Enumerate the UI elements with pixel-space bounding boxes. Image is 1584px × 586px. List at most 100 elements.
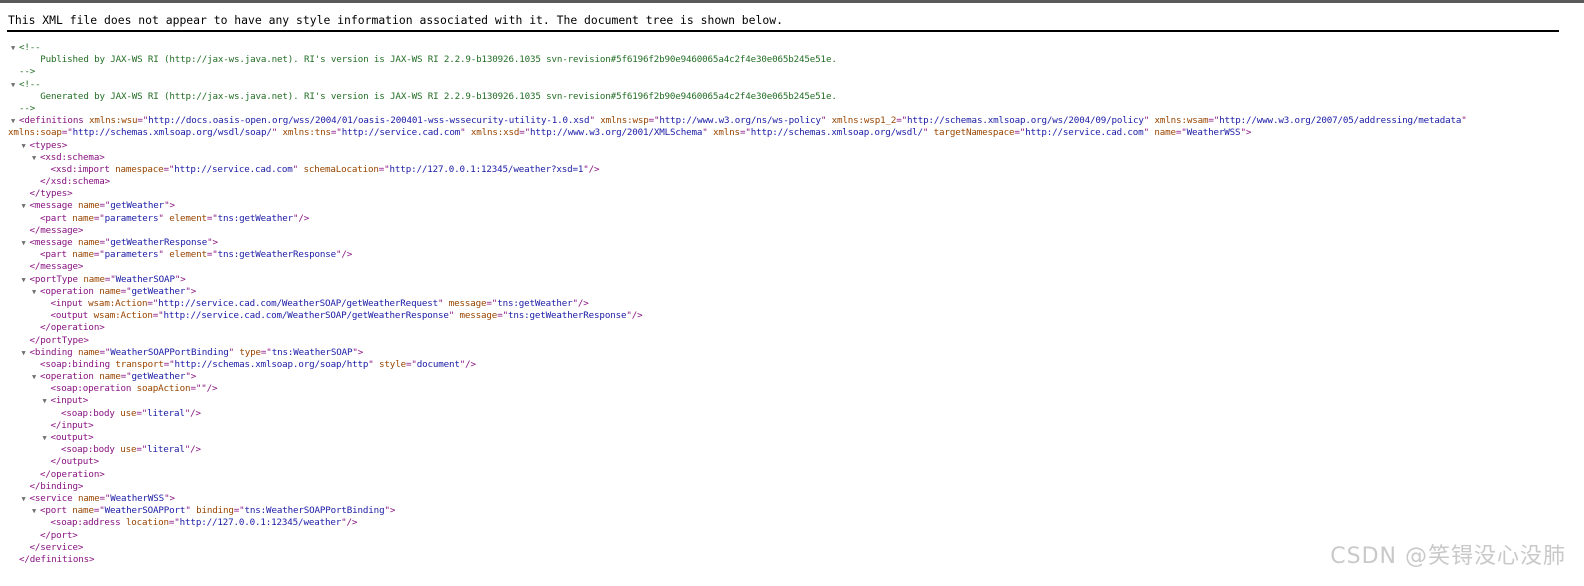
xml-attr-name: location [125,517,169,529]
xml-attr-name: name [77,492,100,504]
xml-line-content: Published by JAX-WS RI (http://jax-ws.ja… [30,54,837,66]
xml-tree-line: ▼ <message name="getWeather"> [8,200,1568,212]
xml-attr-value: getWeatherResponse [110,237,208,248]
xml-attr-name: message [448,297,487,309]
xml-tree-line: <soap:body use="literal"/> [8,408,1568,420]
xml-tag-text: <xsd:import [50,163,116,175]
xml-attr-name: xmlns:wsp1_2 [831,115,897,127]
xml-tree-line: <xsd:import namespace="http://service.ca… [8,164,1568,176]
xml-tag-text: =" [497,310,508,322]
xml-tag-text: =" [1014,127,1026,139]
xml-tree-line: --> [8,66,1568,78]
xml-attr-name: xmlns [713,127,740,139]
collapse-triangle-icon[interactable]: ▼ [40,395,50,407]
xml-attr-name: schemaLocation [303,163,379,175]
xml-tag-text: =" [486,297,498,309]
xml-line-content: </types> [30,188,73,200]
xml-tag-text: "> [185,371,197,383]
xml-tag-text: <input> [50,395,89,407]
xml-tag-text: <binding [29,346,78,358]
xml-tag-text: =" [120,285,132,297]
collapse-triangle-icon[interactable]: ▼ [19,140,29,152]
xml-tag-text: <input [50,297,89,309]
xml-tag-text: =" [233,505,245,517]
xml-tag-text: </binding> [29,480,84,492]
collapse-triangle-icon[interactable]: ▼ [19,347,29,359]
xml-attr-value: WeatherWSS [110,492,165,504]
xml-attr-value: http://www.w3.org/2001/XMLSchema [530,127,703,139]
no-style-info-message: This XML file does not appear to have an… [8,13,783,27]
xml-tag-text: </input> [50,419,94,431]
xml-line-content: <portType name="WeatherSOAP"> [30,274,186,286]
xml-attr-value: http://service.cad.com [341,127,461,139]
xml-attr-name: wsam:Action [88,297,148,309]
xml-attr-name: binding [196,505,234,517]
xml-attr-value: getWeather [110,200,165,212]
xml-tag-text: "> [207,237,218,248]
xml-tree-line: </input> [8,420,1568,432]
xml-tag-text: =" [519,127,531,139]
xml-tag-text: " [228,346,240,358]
xml-tag-text: "/> [459,358,476,370]
xml-tree-line: ▼ <types> [8,140,1568,152]
collapse-triangle-icon[interactable]: ▼ [40,432,50,444]
xml-attr-name: element [169,212,207,224]
xml-line-content: </input> [51,420,94,432]
xml-tag-text: <output [50,310,94,322]
xml-tree-line: <soap:operation soapAction=""/> [8,383,1568,395]
xml-attr-name: name [99,371,121,383]
xml-tag-text: <soap:binding [40,358,116,370]
xml-tree-line: ▼ <message name="getWeatherResponse"> [8,237,1568,249]
collapse-triangle-icon[interactable]: ▼ [8,115,18,127]
xml-attr-value: tns:getWeather [497,297,573,309]
collapse-triangle-icon[interactable]: ▼ [19,274,29,286]
xml-line-content: <definitions xmlns:wsu="http://docs.oasi… [19,115,1467,127]
xml-line-content: <!-- [19,79,41,91]
xml-tree-line: ▼ <!-- [8,79,1568,91]
collapse-triangle-icon[interactable]: ▼ [8,79,18,91]
xml-tree-line: <output wsam:Action="http://service.cad.… [8,310,1568,322]
xml-tag-text: "> [1240,127,1252,139]
xml-tag-text: </message> [29,224,84,236]
xml-tree-line: ▼ <xsd:schema> [8,152,1568,164]
xml-attr-name: name [77,200,100,212]
xml-tag-text: "> [164,200,175,212]
xml-tag-text: </output> [50,456,100,468]
collapse-triangle-icon[interactable]: ▼ [29,152,39,164]
xml-tree-line: <part name="parameters" element="tns:get… [8,213,1568,225]
xml-attr-value: http://www.w3.org/ns/ws-policy [659,115,821,127]
xml-attr-name: use [120,444,137,456]
xml-attr-name: soapAction [136,383,191,395]
xml-tag-text: " [437,297,449,309]
xml-tag-text: " [460,127,471,139]
collapse-triangle-icon[interactable]: ▼ [29,505,39,517]
xml-tag-text: =" [405,358,417,370]
xml-tag-text: "/> [292,212,310,224]
xml-tag-text: =" [93,212,105,224]
collapse-triangle-icon[interactable]: ▼ [19,493,29,505]
xml-tag-text: </definitions> [19,553,95,565]
xml-line-content: <soap:operation soapAction=""/> [51,383,218,395]
xml-tag-text: <definitions [19,115,89,127]
xml-tag-text: "/> [184,444,201,456]
collapse-triangle-icon[interactable]: ▼ [19,237,29,249]
xml-tag-text: =" [61,127,73,139]
xml-tree-line: <soap:binding transport="http://schemas.… [8,359,1568,371]
xml-tag-text: =" [99,237,111,248]
window-top-border [0,0,1584,3]
xml-tag-text: </operation> [40,322,105,334]
xml-line-content: xmlns:soap="http://schemas.xmlsoap.org/w… [8,127,1251,139]
collapse-triangle-icon[interactable]: ▼ [19,200,29,212]
xml-line-content: <operation name="getWeather"> [40,371,196,383]
xml-tag-text: =" [206,212,218,224]
collapse-triangle-icon[interactable]: ▼ [29,286,39,298]
xml-tag-text: "> [164,492,175,504]
xml-tag-text: <message [29,200,78,212]
xml-tree-line: </operation> [8,322,1568,334]
collapse-triangle-icon[interactable]: ▼ [8,42,18,54]
xml-tree-line: xmlns:soap="http://schemas.xmlsoap.org/w… [8,127,1568,139]
xml-tree-line: ▼ <operation name="getWeather"> [8,286,1568,298]
xml-tag-text: " [271,127,283,139]
collapse-triangle-icon[interactable]: ▼ [29,371,39,383]
xml-tree-line: ▼ <input> [8,395,1568,407]
